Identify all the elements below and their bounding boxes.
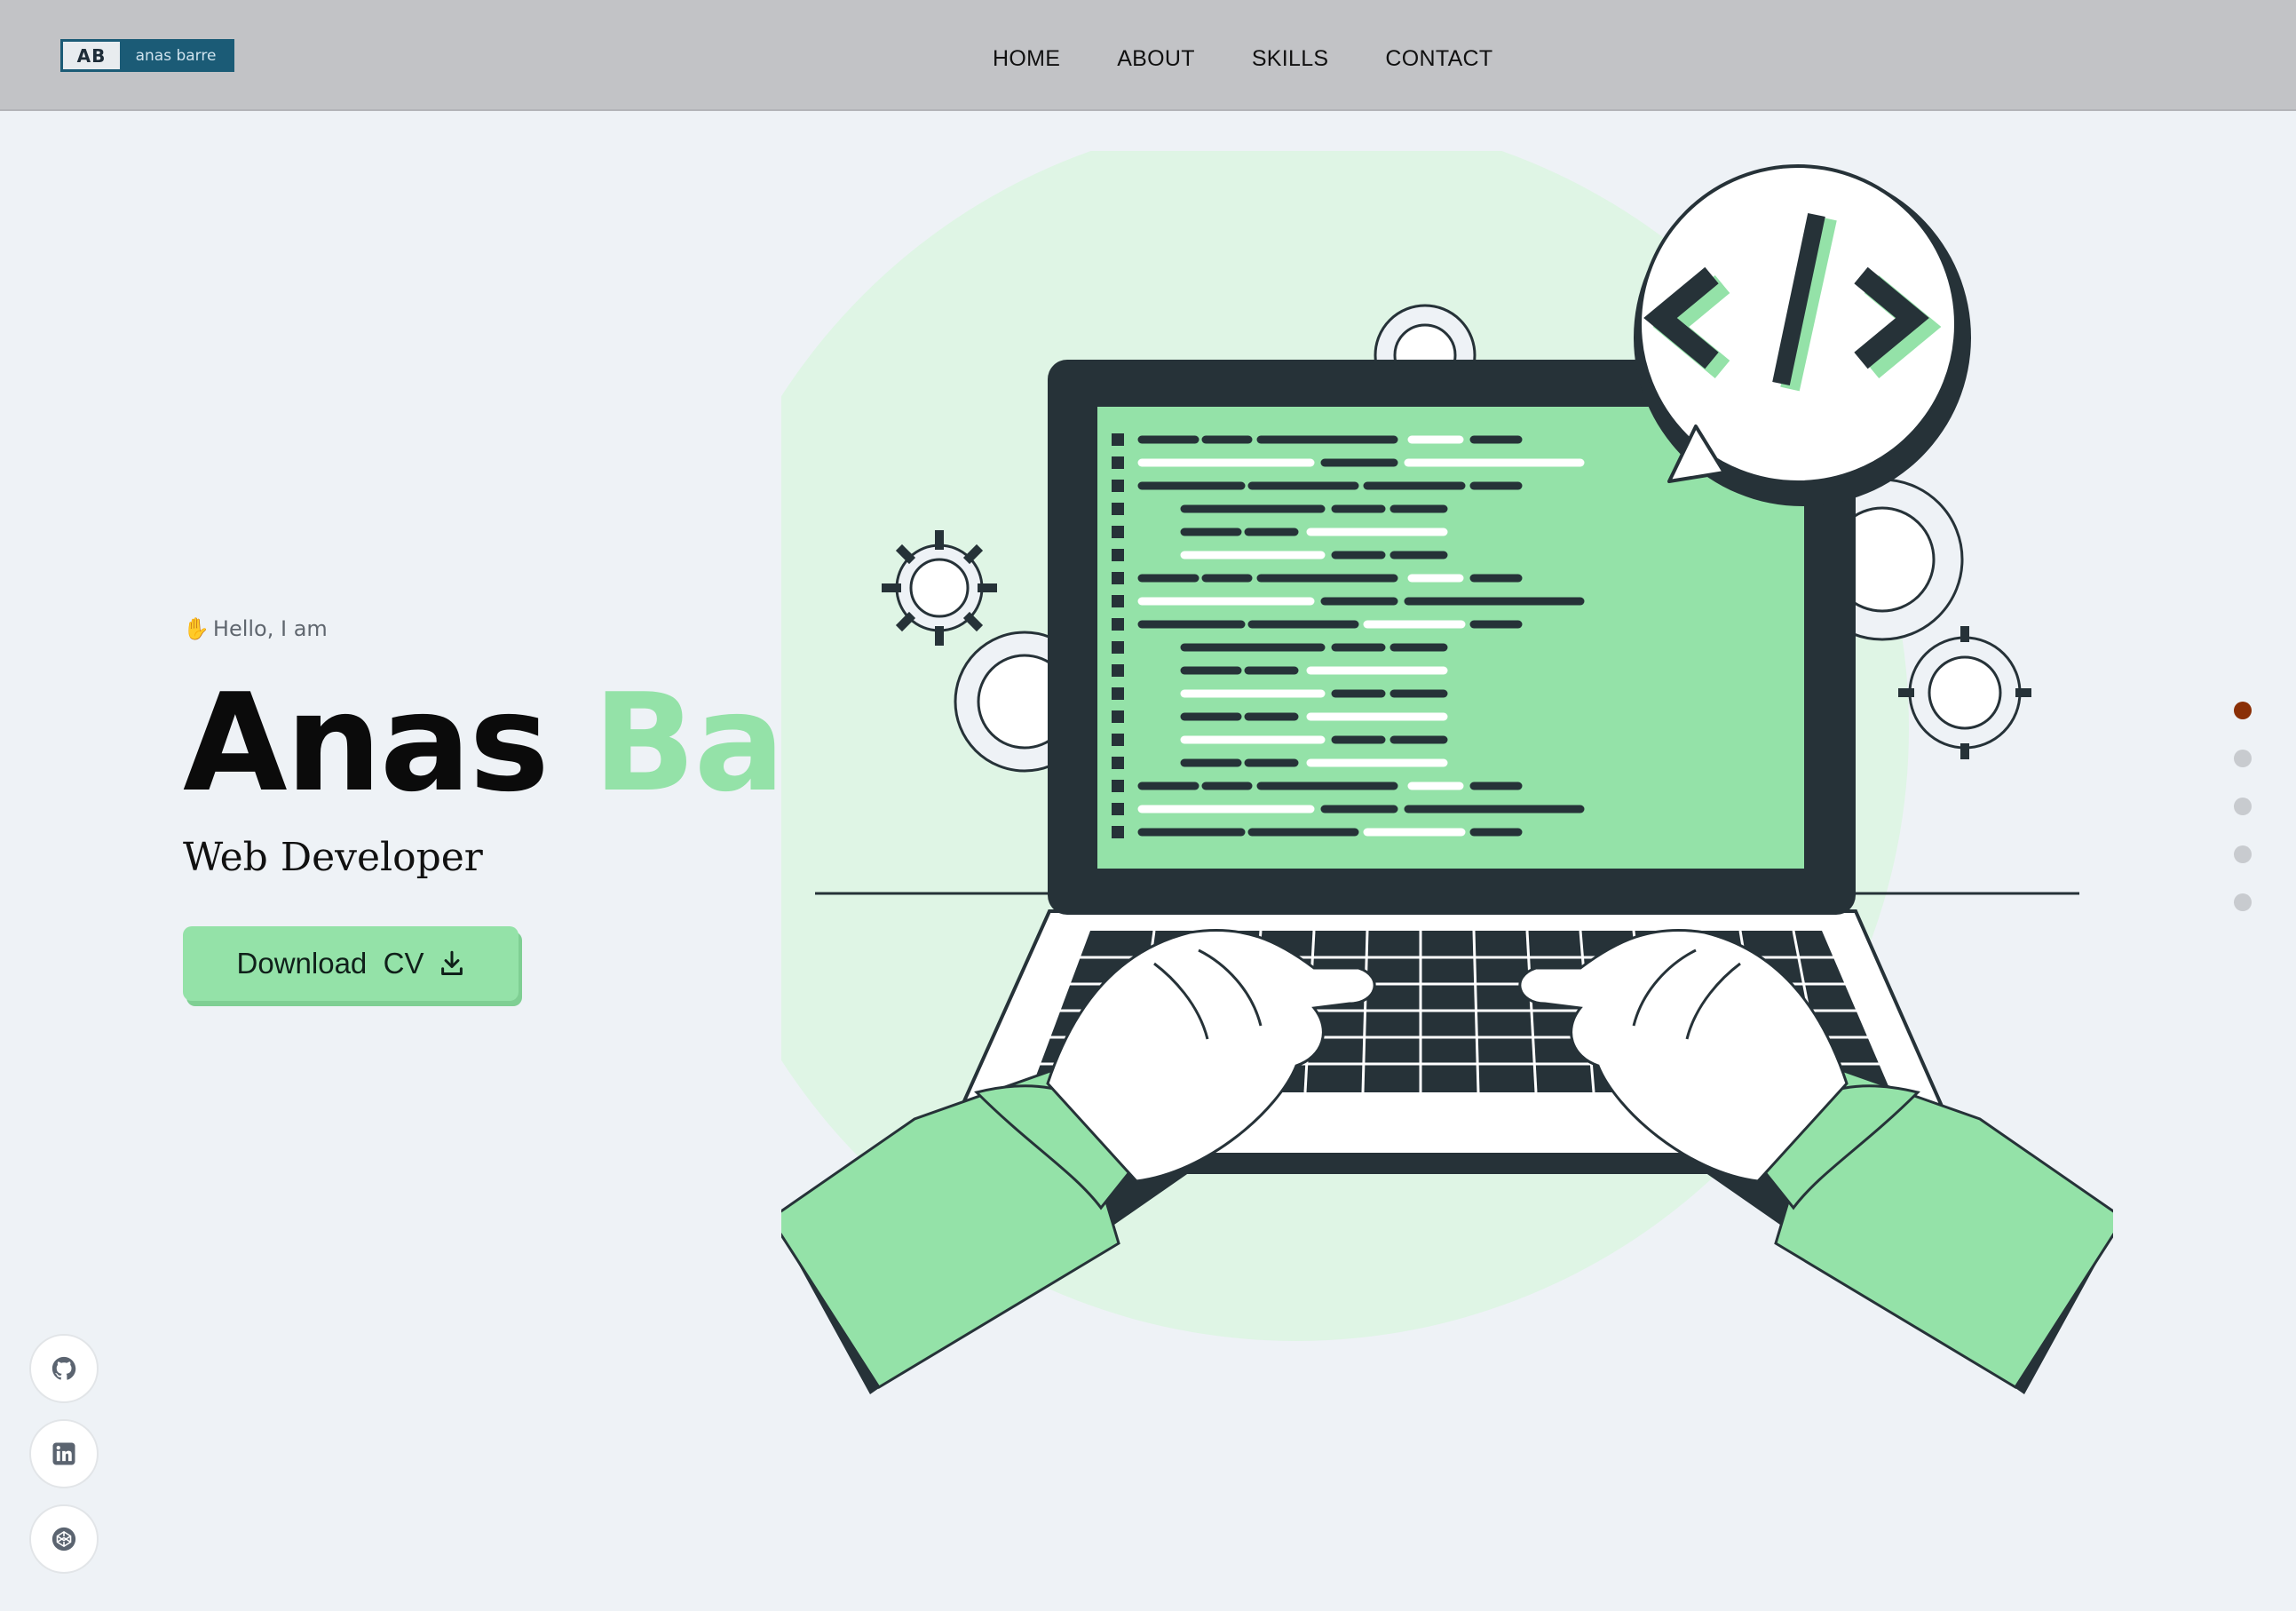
download-cv-label: Download CV (236, 947, 424, 980)
pagination-dot-5[interactable] (2234, 893, 2252, 911)
social-links (29, 1334, 99, 1574)
download-icon (441, 950, 463, 976)
waving-hand-icon: ✋ (183, 616, 210, 641)
nav-contact[interactable]: CONTACT (1385, 46, 1492, 72)
nav-about[interactable]: ABOUT (1117, 46, 1195, 72)
first-name: Anas (183, 664, 550, 821)
codepen-icon (51, 1527, 76, 1551)
main-nav: HOME ABOUT SKILLS CONTACT (993, 46, 1492, 72)
download-cv-button[interactable]: Download CV (183, 926, 519, 1001)
greeting-text: Hello, I am (212, 616, 328, 641)
developer-illustration (781, 151, 2113, 1394)
nav-skills[interactable]: SKILLS (1252, 46, 1329, 72)
section-pagination (2234, 702, 2252, 911)
linkedin-icon (52, 1442, 75, 1465)
pagination-dot-4[interactable] (2234, 845, 2252, 863)
gear-icon-left-small (882, 530, 997, 646)
pagination-dot-2[interactable] (2234, 750, 2252, 767)
site-header: AB anas barre HOME ABOUT SKILLS CONTACT (0, 0, 2296, 111)
logo-mark: AB (76, 44, 107, 67)
pagination-dot-1[interactable] (2234, 702, 2252, 719)
greeting: ✋ Hello, I am (183, 616, 328, 641)
github-link[interactable] (29, 1334, 99, 1403)
nav-home[interactable]: HOME (993, 46, 1060, 72)
github-icon (51, 1356, 76, 1380)
gear-icon-right-small (1898, 626, 2031, 759)
codepen-link[interactable] (29, 1504, 99, 1574)
job-title: Web Developer (183, 835, 483, 880)
code-speech-bubble (1634, 164, 1971, 506)
linkedin-link[interactable] (29, 1419, 99, 1488)
logo-text: anas barre (120, 42, 232, 69)
pagination-dot-3[interactable] (2234, 798, 2252, 815)
logo[interactable]: AB anas barre (60, 39, 234, 72)
